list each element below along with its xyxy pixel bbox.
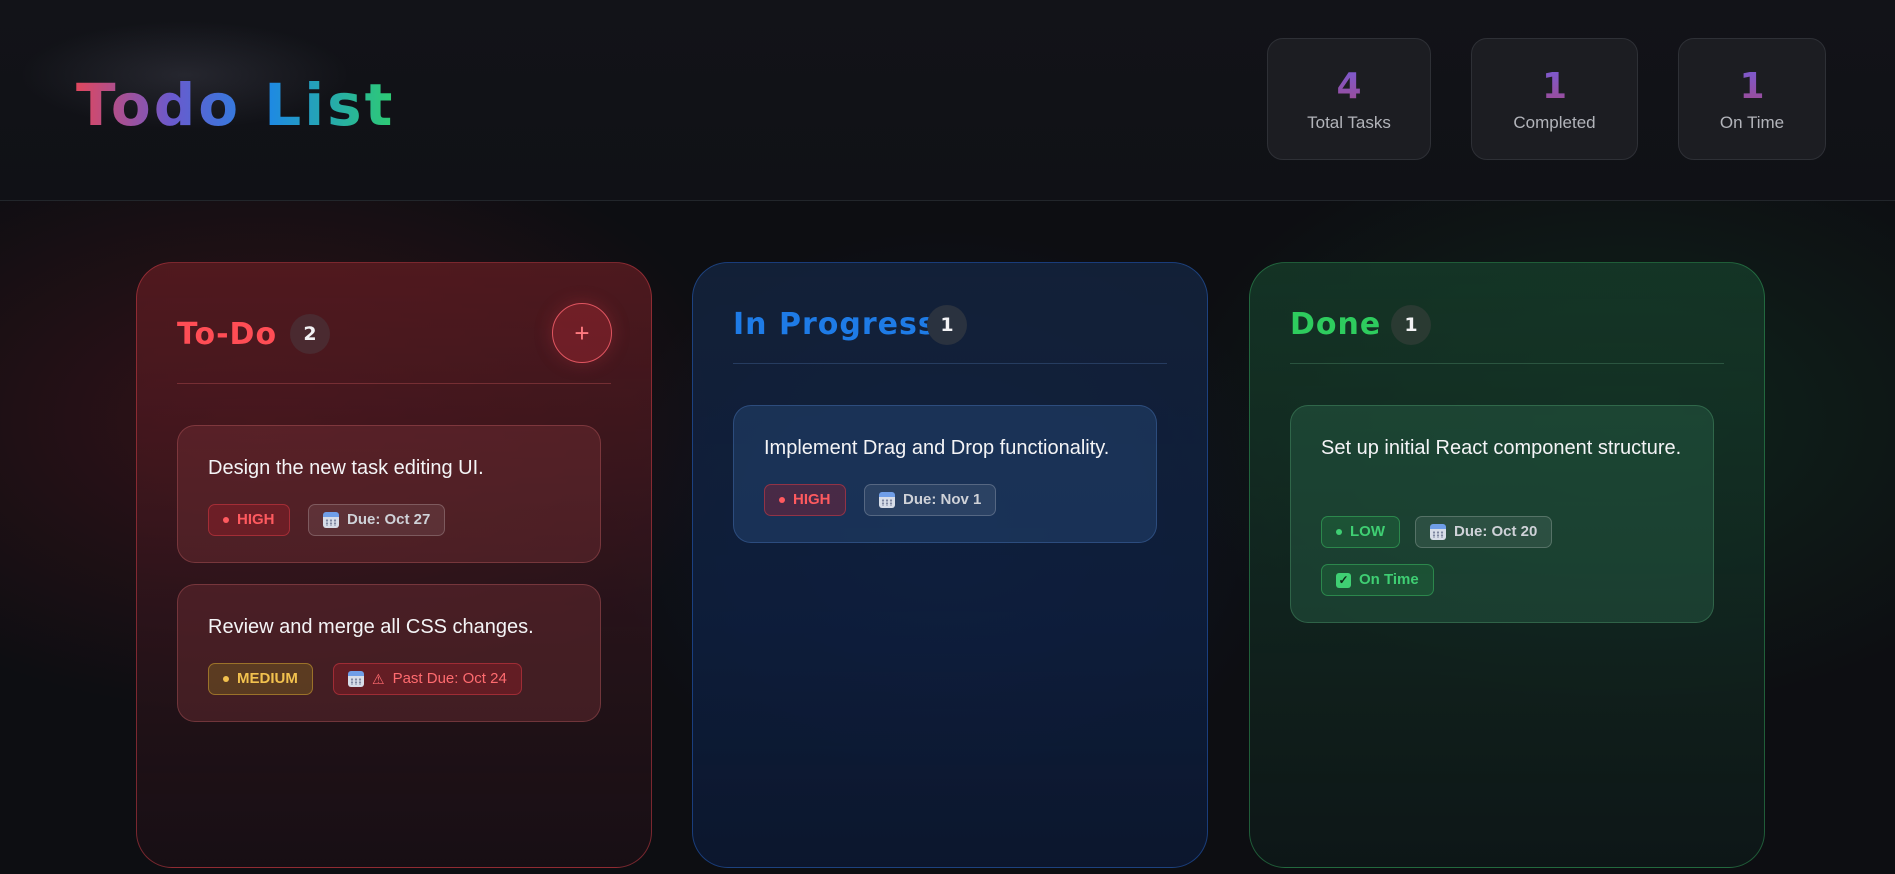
stat-completed: 1 Completed [1471, 38, 1638, 160]
column-done[interactable]: Done 1 Set up initial React component st… [1249, 262, 1765, 868]
calendar-icon [323, 512, 339, 528]
stat-label: On Time [1719, 113, 1785, 132]
column-title: Done [1290, 307, 1382, 342]
due-date-label: Past Due: Oct 24 [392, 670, 507, 687]
app-header: Todo List 4 Total Tasks 1 Completed 1 On… [0, 0, 1895, 201]
priority-label: MEDIUM [237, 670, 298, 687]
calendar-icon [1430, 524, 1446, 540]
stat-label: Completed [1513, 113, 1596, 132]
priority-badge: MEDIUM [208, 663, 313, 695]
column-title: To-Do [177, 317, 278, 352]
priority-badge: HIGH [208, 504, 290, 536]
stat-total-tasks: 4 Total Tasks [1267, 38, 1431, 160]
priority-dot-icon [1336, 529, 1342, 535]
plus-icon: + [574, 318, 590, 348]
column-in-progress[interactable]: In Progress 1 Implement Drag and Drop fu… [692, 262, 1208, 868]
column-divider [177, 383, 611, 384]
priority-badge: HIGH [764, 484, 846, 516]
stat-value: 4 [1268, 67, 1430, 107]
due-date-label: Due: Oct 20 [1454, 523, 1538, 540]
column-todo[interactable]: To-Do 2 + Design the new task editing UI… [136, 262, 652, 868]
due-date-label: Due: Oct 27 [347, 511, 431, 528]
on-time-badge: ✓ On Time [1321, 564, 1434, 596]
due-date-badge: Due: Oct 20 [1415, 516, 1553, 548]
count-badge: 1 [927, 305, 967, 345]
stat-value: 1 [1679, 67, 1825, 107]
app-title: Todo List [76, 55, 395, 155]
priority-dot-icon [223, 517, 229, 523]
due-date-badge: Due: Oct 27 [308, 504, 446, 536]
check-icon: ✓ [1336, 572, 1351, 588]
task-card[interactable]: Design the new task editing UI. HIGH Due… [177, 425, 601, 563]
calendar-icon [348, 671, 364, 687]
stat-label: Total Tasks [1307, 113, 1391, 132]
title-wrap: Todo List [56, 55, 415, 155]
calendar-icon [879, 492, 895, 508]
column-divider [1290, 363, 1724, 364]
count-badge: 1 [1391, 305, 1431, 345]
task-card[interactable]: Set up initial React component structure… [1290, 405, 1714, 623]
task-text: Design the new task editing UI. [208, 457, 484, 479]
priority-dot-icon [223, 676, 229, 682]
priority-label: LOW [1350, 523, 1385, 540]
column-divider [733, 363, 1167, 364]
task-card[interactable]: Review and merge all CSS changes. MEDIUM… [177, 584, 601, 722]
task-text: Implement Drag and Drop functionality. [764, 437, 1110, 459]
stat-on-time: 1 On Time [1678, 38, 1826, 160]
on-time-label: On Time [1359, 571, 1419, 588]
priority-dot-icon [779, 497, 785, 503]
stat-value: 1 [1472, 67, 1637, 107]
past-due-badge: ⚠ Past Due: Oct 24 [333, 663, 522, 695]
due-date-badge: Due: Nov 1 [864, 484, 997, 516]
due-date-label: Due: Nov 1 [903, 491, 982, 508]
priority-label: HIGH [237, 511, 275, 528]
task-text: Set up initial React component structure… [1321, 437, 1682, 459]
column-title: In Progress [733, 307, 937, 342]
priority-label: HIGH [793, 491, 831, 508]
task-text: Review and merge all CSS changes. [208, 616, 534, 638]
count-badge: 2 [290, 314, 330, 354]
warning-icon: ⚠ [372, 671, 385, 687]
priority-badge: LOW [1321, 516, 1400, 548]
task-card[interactable]: Implement Drag and Drop functionality. H… [733, 405, 1157, 543]
add-task-button[interactable]: + [552, 303, 612, 363]
